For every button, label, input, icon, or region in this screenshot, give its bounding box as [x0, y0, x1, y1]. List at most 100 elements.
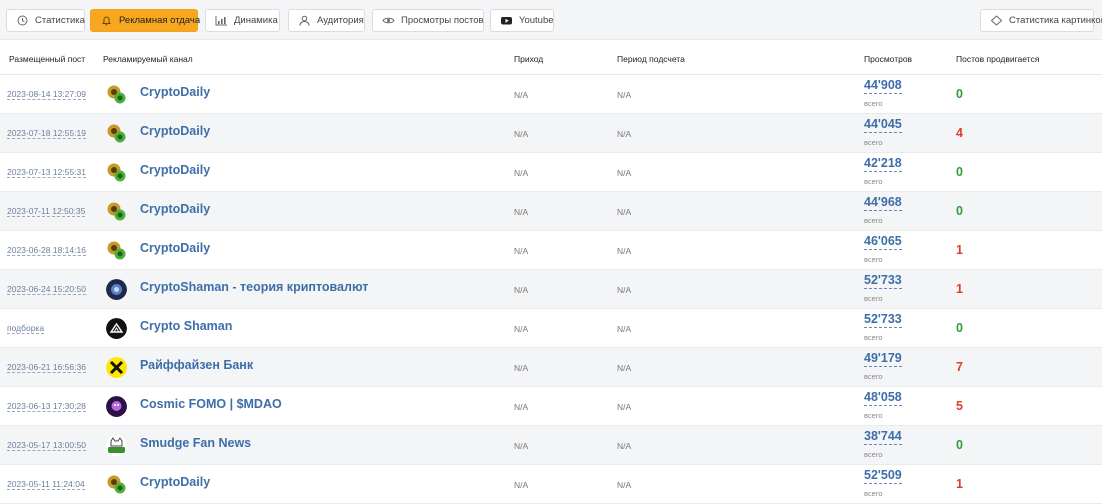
table-row: 2023-06-21 16:56:36 Райффайзен Банк N/A N/A… [0, 348, 1102, 387]
income-value: N/A [514, 480, 529, 490]
post-link[interactable]: 2023-06-13 17:30:28 [7, 401, 86, 412]
channel-link[interactable]: Cosmic FOMO | $MDAO [140, 397, 282, 411]
image-stats-button[interactable]: Статистика картинкой [980, 9, 1102, 32]
post-link[interactable]: 2023-07-11 12:50:35 [7, 206, 86, 217]
channel-link[interactable]: CryptoDaily [140, 202, 210, 216]
channel-avatar[interactable] [106, 201, 127, 222]
income-value: N/A [514, 90, 529, 100]
promoted-count: 1 [956, 282, 963, 296]
channel-avatar[interactable] [106, 318, 127, 339]
image-icon [990, 15, 1003, 26]
table-row: подборка Crypto Shaman N/A N/A 52'733 всего 0 [0, 309, 1102, 348]
table-row: 2023-06-13 17:30:28 Cosmic FOMO | $MDAO N/… [0, 387, 1102, 426]
views-sublabel: всего [864, 294, 883, 303]
income-value: N/A [514, 168, 529, 178]
table-header: Размещенный пост Рекламируемый канал При… [0, 40, 1102, 75]
tab-ad-return[interactable]: Рекламная отдача [90, 9, 201, 32]
views-link[interactable]: 52'733 [864, 273, 902, 289]
column-header-income[interactable]: Приход [514, 54, 543, 64]
post-link[interactable]: 2023-07-18 12:55:19 [7, 128, 86, 139]
income-value: N/A [514, 402, 529, 412]
post-link[interactable]: 2023-06-21 16:56:36 [7, 362, 86, 373]
channel-avatar[interactable] [106, 123, 127, 144]
promoted-count: 0 [956, 204, 963, 218]
tab-youtube[interactable]: Youtube [490, 9, 554, 32]
promoted-count: 4 [956, 126, 963, 140]
column-header-channel[interactable]: Рекламируемый канал [103, 54, 193, 64]
period-value: N/A [617, 246, 632, 256]
views-sublabel: всего [864, 255, 883, 264]
channel-link[interactable]: CryptoDaily [140, 163, 210, 177]
youtube-icon [500, 15, 513, 26]
post-link[interactable]: 2023-06-28 18:14:16 [7, 245, 86, 256]
channel-avatar[interactable] [106, 435, 127, 456]
post-link[interactable]: 2023-05-11 11:24:04 [7, 479, 85, 490]
table-row: 2023-08-14 13:27:09 CryptoDaily N/A N/A 44'9… [0, 75, 1102, 114]
period-value: N/A [617, 168, 632, 178]
promoted-count: 5 [956, 399, 963, 413]
views-link[interactable]: 48'058 [864, 390, 902, 406]
channel-avatar[interactable] [106, 396, 127, 417]
views-link[interactable]: 42'218 [864, 156, 902, 172]
post-link[interactable]: 2023-08-14 13:27:09 [7, 89, 86, 100]
views-link[interactable]: 52'509 [864, 468, 902, 484]
tab-label: Аудитория [317, 15, 364, 26]
table-row: 2023-07-11 12:50:35 CryptoDaily N/A N/A 44'9… [0, 192, 1102, 231]
views-link[interactable]: 46'065 [864, 234, 902, 250]
clock-icon [16, 15, 29, 26]
views-sublabel: всего [864, 177, 883, 186]
tab-dynamics[interactable]: Динамика [205, 9, 280, 32]
views-sublabel: всего [864, 333, 883, 342]
column-header-promoted[interactable]: Постов продвигается [956, 54, 1039, 64]
views-link[interactable]: 44'908 [864, 78, 902, 94]
tab-label: Просмотры постов [401, 15, 484, 26]
income-value: N/A [514, 129, 529, 139]
channel-link[interactable]: CryptoDaily [140, 475, 210, 489]
promoted-count: 1 [956, 243, 963, 257]
views-link[interactable]: 38'744 [864, 429, 902, 445]
views-link[interactable]: 44'045 [864, 117, 902, 133]
table-row: 2023-05-11 11:24:04 CryptoDaily N/A N/A 52'5… [0, 465, 1102, 504]
channel-link[interactable]: Райффайзен Банк [140, 358, 253, 372]
table-row: 2023-05-17 13:00:50 Smudge Fan News N/A N/A… [0, 426, 1102, 465]
views-link[interactable]: 49'179 [864, 351, 902, 367]
tab-post-views[interactable]: Просмотры постов [372, 9, 484, 32]
income-value: N/A [514, 324, 529, 334]
channel-link[interactable]: Smudge Fan News [140, 436, 251, 450]
channel-avatar[interactable] [106, 240, 127, 261]
tab-statistics[interactable]: Статистика [6, 9, 85, 32]
channel-link[interactable]: CryptoDaily [140, 85, 210, 99]
channel-avatar[interactable] [106, 162, 127, 183]
income-value: N/A [514, 246, 529, 256]
period-value: N/A [617, 402, 632, 412]
channel-avatar[interactable] [106, 84, 127, 105]
channel-link[interactable]: Crypto Shaman [140, 319, 232, 333]
period-value: N/A [617, 363, 632, 373]
views-link[interactable]: 44'968 [864, 195, 902, 211]
toolbar: Статистика Рекламная отдача Динамика Ауд… [0, 0, 1102, 40]
post-link[interactable]: подборка [7, 323, 45, 334]
channel-link[interactable]: CryptoDaily [140, 124, 210, 138]
views-sublabel: всего [864, 99, 883, 108]
post-link[interactable]: 2023-06-24 15:20:50 [7, 284, 86, 295]
tab-label: Рекламная отдача [119, 15, 201, 26]
column-header-post[interactable]: Размещенный пост [9, 54, 85, 64]
channel-link[interactable]: CryptoShaman - теория криптовалют [140, 280, 368, 294]
channel-link[interactable]: CryptoDaily [140, 241, 210, 255]
post-link[interactable]: 2023-07-13 12:55:31 [7, 167, 86, 178]
channel-avatar[interactable] [106, 357, 127, 378]
eye-icon [382, 15, 395, 26]
promoted-count: 7 [956, 360, 963, 374]
table-row: 2023-06-28 18:14:16 CryptoDaily N/A N/A 46'0… [0, 231, 1102, 270]
button-label: Статистика картинкой [1009, 15, 1102, 26]
views-sublabel: всего [864, 411, 883, 420]
post-link[interactable]: 2023-05-17 13:00:50 [7, 440, 86, 451]
tab-audience[interactable]: Аудитория [288, 9, 365, 32]
channel-avatar[interactable] [106, 474, 127, 495]
column-header-period[interactable]: Период подсчета [617, 54, 685, 64]
period-value: N/A [617, 129, 632, 139]
column-header-views[interactable]: Просмотров [864, 54, 912, 64]
audience-icon [298, 15, 311, 26]
channel-avatar[interactable] [106, 279, 127, 300]
views-link[interactable]: 52'733 [864, 312, 902, 328]
